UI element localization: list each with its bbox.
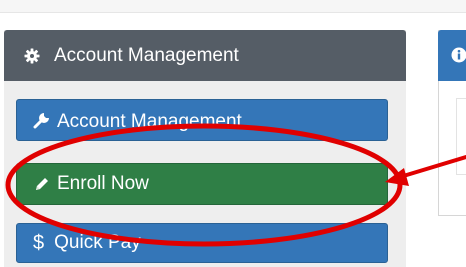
gear-icon — [24, 48, 40, 64]
enroll-now-button-label: Enroll Now — [57, 173, 149, 194]
panel-header: Account Management — [4, 30, 406, 81]
info-icon — [451, 47, 466, 63]
pencil-icon — [33, 175, 51, 193]
account-management-button-label: Account Management — [57, 111, 242, 132]
info-panel-content — [456, 98, 466, 175]
top-bar — [0, 0, 466, 13]
quick-pay-button-label: Quick Pay — [54, 232, 141, 253]
panel-title: Account Management — [54, 44, 239, 66]
account-management-button[interactable]: Account Management — [16, 99, 388, 141]
wrench-icon — [33, 111, 51, 129]
quick-pay-button[interactable]: $ Quick Pay — [16, 223, 388, 263]
dollar-icon: $ — [33, 231, 45, 254]
enroll-now-button[interactable]: Enroll Now — [16, 163, 388, 205]
